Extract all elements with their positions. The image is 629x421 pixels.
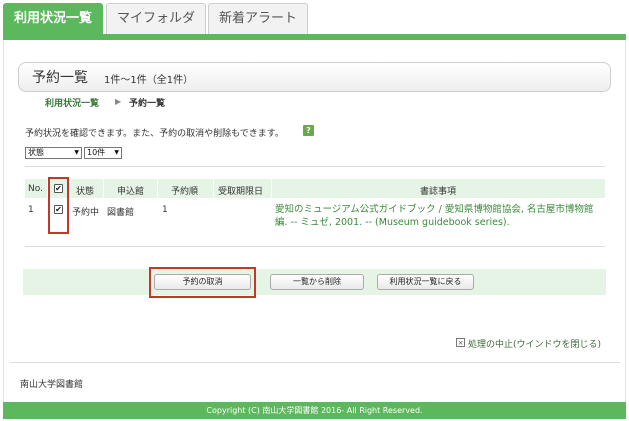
header-order: 予約順: [171, 187, 199, 197]
divider: [25, 166, 605, 167]
row-status: 予約中: [72, 208, 100, 218]
back-to-usage-list-button[interactable]: 利用状況一覧に戻る: [377, 274, 474, 290]
close-box-icon[interactable]: ×: [456, 338, 465, 347]
column-divider: [157, 179, 158, 198]
row-select-checkbox[interactable]: ✔: [54, 205, 63, 214]
footer-library-name: 南山大学図書館: [20, 380, 84, 390]
help-icon[interactable]: ?: [303, 125, 314, 136]
tab-new-alerts[interactable]: 新着アラート: [208, 3, 308, 35]
header-status: 状態: [76, 187, 95, 197]
status-filter-value: 状態: [28, 148, 44, 157]
description-text: 予約状況を確認できます。また、予約の取消や削除もできます。: [25, 129, 284, 139]
bibliographic-link[interactable]: 愛知のミュージアム公式ガイドブック / 愛知県博物館協会, 名古屋市博物館編. …: [275, 203, 605, 229]
footer-copyright: Copyright (C) 南山大学図書館 2016- All Right Re…: [206, 406, 423, 415]
tab-usage-list[interactable]: 利用状況一覧: [3, 3, 103, 35]
tab-my-folder[interactable]: マイフォルダ: [106, 3, 206, 35]
status-filter-select[interactable]: 状態 ▼: [25, 147, 82, 159]
divider: [25, 246, 605, 247]
column-divider: [271, 179, 272, 198]
row-branch: 図書館: [107, 208, 135, 218]
column-divider: [70, 179, 71, 198]
header-bibliographic: 書誌事項: [420, 187, 457, 197]
breadcrumb-usage-list-link[interactable]: 利用状況一覧: [45, 96, 99, 109]
row-order: 1: [162, 205, 168, 215]
breadcrumb-current: 予約一覧: [129, 99, 166, 109]
dropdown-arrow-icon: ▼: [74, 149, 79, 156]
checkmark-icon: ✔: [55, 205, 62, 214]
page-title: 予約一覧: [32, 70, 88, 86]
divider: [10, 362, 620, 363]
close-window-link[interactable]: 処理の中止(ウインドウを閉じる): [468, 337, 601, 350]
result-count: 1件～1件（全1件）: [104, 75, 194, 86]
checkmark-icon: ✔: [55, 184, 62, 193]
table-header: [25, 179, 605, 198]
cancel-reservation-button[interactable]: 予約の取消: [154, 274, 251, 290]
header-no: No.: [28, 184, 43, 194]
breadcrumb-separator-icon: ▶: [115, 97, 122, 106]
row-no: 1: [28, 205, 34, 215]
select-all-checkbox[interactable]: ✔: [54, 184, 63, 193]
count-select[interactable]: 10件 ▼: [84, 147, 122, 159]
column-divider: [213, 179, 214, 198]
column-divider: [103, 179, 104, 198]
dropdown-arrow-icon: ▼: [114, 149, 119, 156]
count-select-value: 10件: [87, 148, 106, 157]
delete-from-list-button[interactable]: 一覧から削除: [270, 274, 364, 290]
header-deadline: 受取期限日: [218, 187, 264, 197]
header-branch: 申込館: [117, 187, 145, 197]
